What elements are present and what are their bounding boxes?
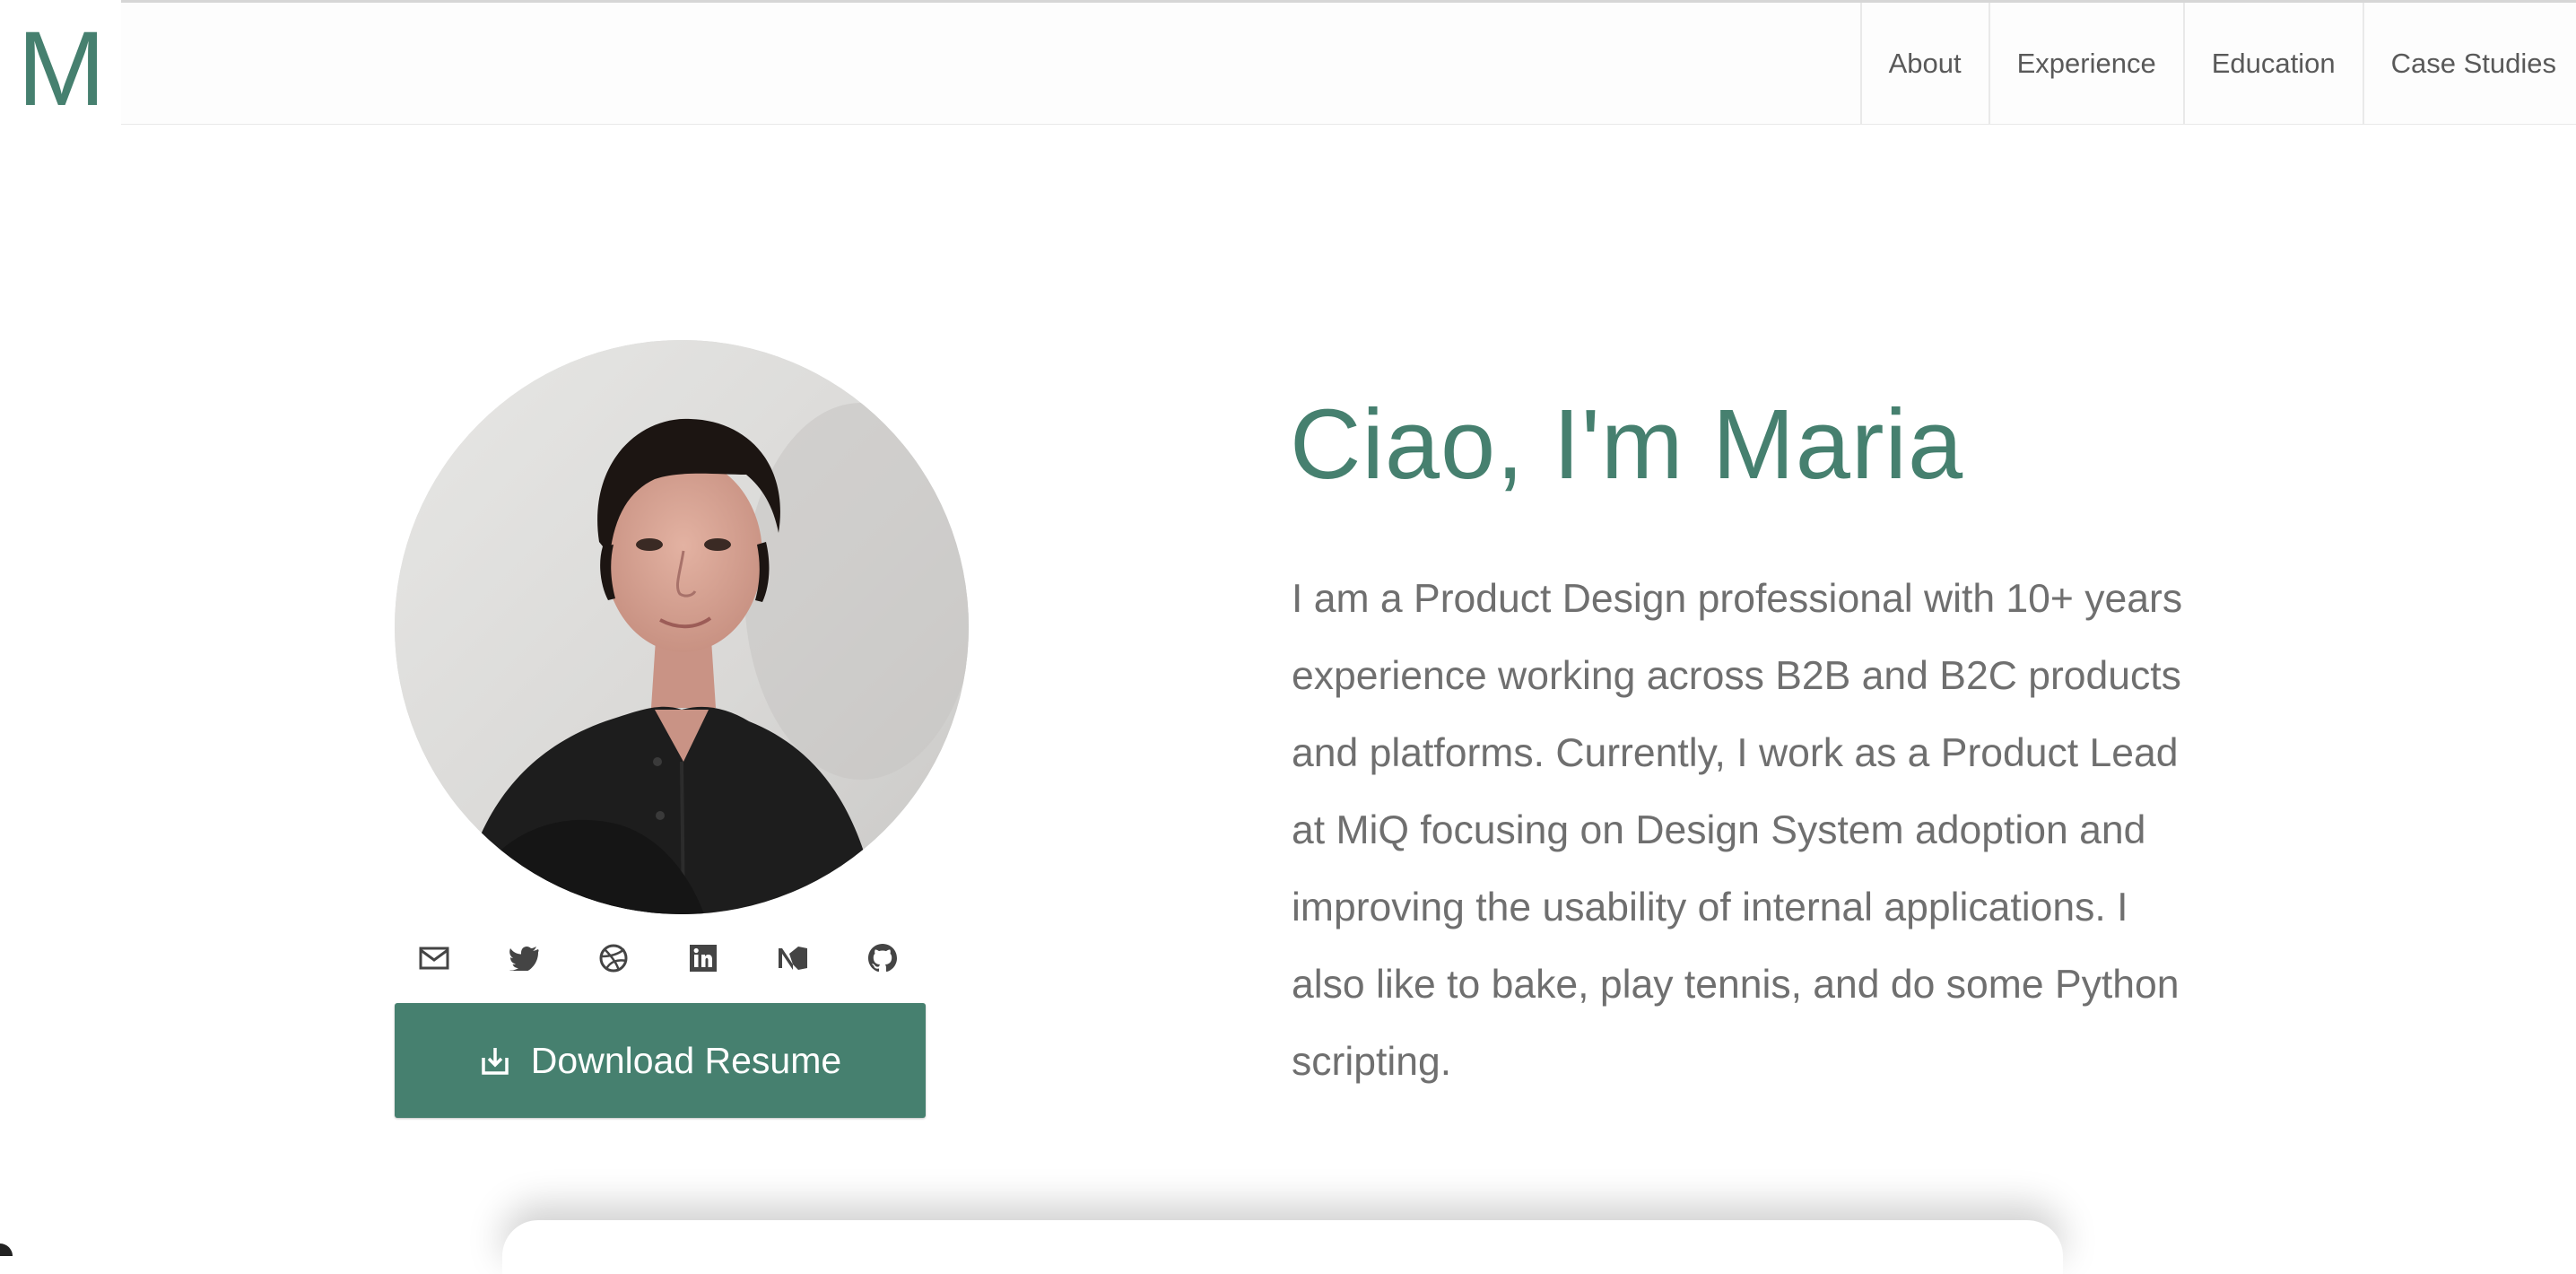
nav-education[interactable]: Education: [2182, 3, 2363, 124]
site-header: About Experience Education Case Studies: [0, 3, 2576, 125]
twitter-icon[interactable]: [502, 933, 545, 983]
github-icon[interactable]: [861, 933, 904, 983]
download-icon: [482, 1048, 509, 1075]
hero-title: Ciao, I'm Maria: [1290, 389, 1964, 500]
medium-icon[interactable]: [771, 933, 814, 983]
mail-icon[interactable]: [413, 933, 456, 983]
dribbble-icon[interactable]: [592, 933, 635, 983]
nav-case-studies[interactable]: Case Studies: [2362, 3, 2576, 124]
social-links: [395, 933, 926, 983]
logo-link[interactable]: M: [0, 0, 121, 144]
intro-text: I am a Product Design professional with …: [1292, 577, 2183, 1084]
site-logo: M: [17, 10, 105, 128]
download-resume-label: Download Resume: [530, 1039, 842, 1081]
next-section-card: [502, 1220, 2063, 1274]
nav-experience[interactable]: Experience: [1988, 3, 2183, 124]
window-corner: [0, 1243, 13, 1256]
linkedin-icon[interactable]: [682, 933, 725, 983]
portrait-illustration: [395, 340, 969, 914]
download-resume-button[interactable]: Download Resume: [395, 1003, 926, 1118]
main-nav: About Experience Education Case Studies: [1859, 3, 2576, 124]
nav-about[interactable]: About: [1859, 3, 1989, 124]
profile-photo: [395, 340, 969, 914]
